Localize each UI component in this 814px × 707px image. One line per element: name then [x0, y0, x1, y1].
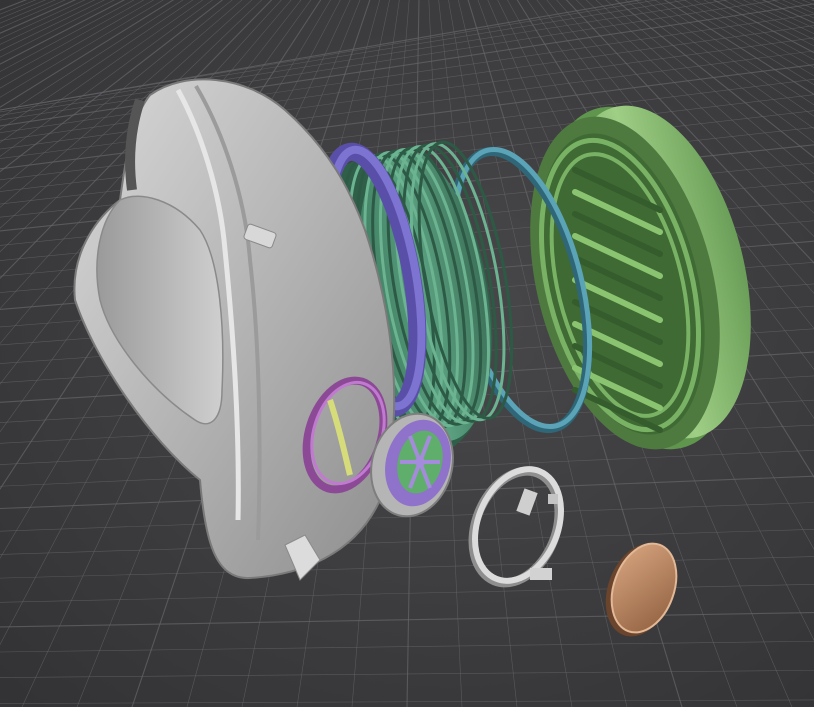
scene-canvas[interactable]: [0, 0, 814, 707]
3d-viewport[interactable]: [0, 0, 814, 707]
